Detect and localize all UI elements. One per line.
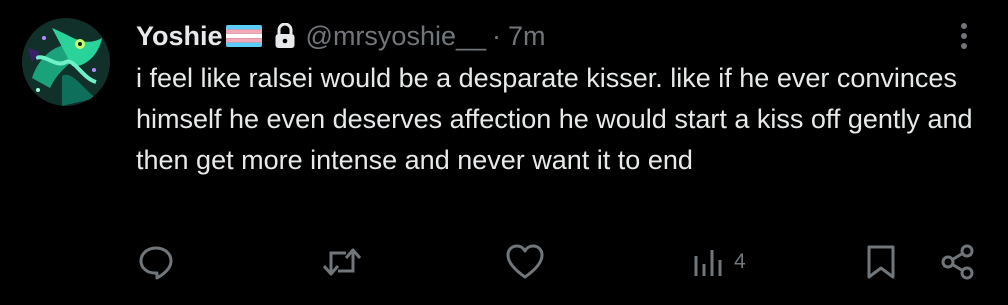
tweet-text: i feel like ralsei would be a desparate …: [136, 63, 973, 175]
timestamp[interactable]: 7m: [508, 21, 546, 52]
retweet-button[interactable]: [320, 240, 364, 284]
display-name[interactable]: Yoshie: [136, 21, 223, 52]
bookmark-icon: [867, 245, 895, 279]
bookmark-button[interactable]: [864, 240, 898, 284]
views-icon: [694, 250, 722, 276]
reply-icon: [139, 246, 173, 280]
like-button[interactable]: [504, 240, 546, 284]
user-handle[interactable]: @mrsyoshie__: [306, 21, 486, 52]
avatar[interactable]: [22, 18, 110, 106]
tweet-header: Yoshie @mrsyoshie__ · 7m: [136, 16, 546, 56]
lock-icon: [274, 22, 296, 49]
share-button[interactable]: [938, 240, 978, 284]
views-count: 4: [734, 250, 746, 273]
more-vertical-icon: [961, 23, 967, 49]
more-options-button[interactable]: [944, 16, 984, 56]
heart-icon: [506, 244, 544, 279]
transgender-flag-icon: [225, 25, 262, 47]
retweet-icon: [322, 248, 362, 276]
tweet[interactable]: Yoshie @mrsyoshie__ · 7m i feel like ral…: [0, 0, 1008, 305]
views-button[interactable]: 4: [692, 240, 746, 284]
separator-dot: ·: [492, 20, 502, 51]
reply-button[interactable]: [136, 240, 176, 284]
share-icon: [941, 244, 974, 280]
